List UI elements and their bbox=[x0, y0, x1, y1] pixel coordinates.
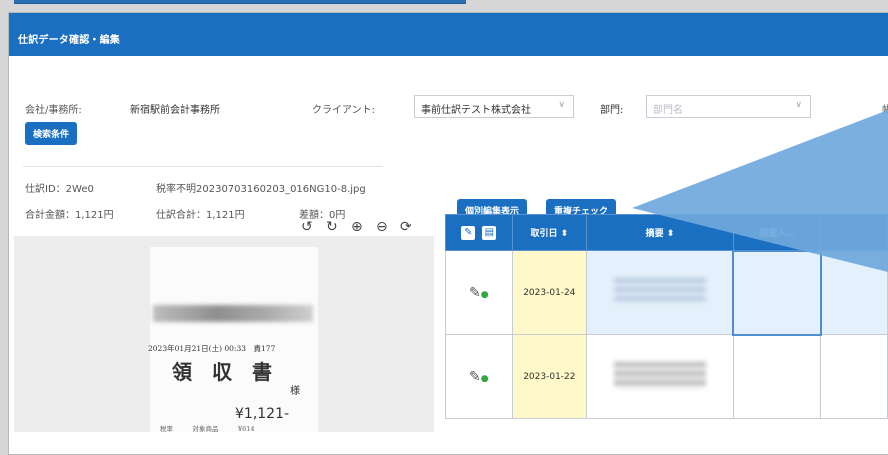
rotate-left-icon[interactable]: ↺ bbox=[301, 219, 313, 235]
reset-icon[interactable]: ⟳ bbox=[400, 219, 412, 235]
client-select[interactable]: 事前仕訳テスト株式会社 ∨ bbox=[414, 95, 574, 118]
row-edit-icon-cell[interactable]: ✎● bbox=[445, 250, 513, 335]
col-description-input[interactable]: 摘要入… bbox=[732, 214, 822, 251]
top-tab-indicator bbox=[14, 0, 466, 4]
col-description[interactable]: 摘要 ⬍ bbox=[586, 214, 734, 251]
receipt-honorific: 様 bbox=[290, 386, 300, 397]
description-input-cell[interactable] bbox=[732, 249, 822, 336]
edit-icon[interactable]: ✎ bbox=[461, 225, 476, 240]
receipt-title: 領 収 書 bbox=[172, 360, 272, 384]
divider bbox=[23, 166, 383, 167]
cut-off-label: 帳 bbox=[882, 101, 888, 116]
col-next bbox=[820, 214, 888, 251]
image-filename: 税率不明20230703160203_016NG10-8.jpg bbox=[156, 184, 366, 195]
dept-select-placeholder: 部門名 bbox=[653, 105, 683, 116]
receipt-datetime: 2023年01月21日(土) 00:33 責177 bbox=[148, 344, 276, 353]
table-row[interactable]: ✎● 2023-01-24 bbox=[445, 249, 888, 336]
office-label: 会社/事務所: bbox=[25, 105, 82, 116]
description-cell[interactable] bbox=[586, 250, 734, 335]
chevron-down-icon: ∨ bbox=[558, 100, 565, 110]
col-transaction-date[interactable]: 取引日 ⬍ bbox=[511, 214, 588, 251]
dept-label: 部門: bbox=[600, 105, 624, 116]
receipt-amount: ¥1,121- bbox=[235, 406, 290, 422]
page-title: 仕訳データ確認・編集 bbox=[9, 13, 888, 56]
journal-table: ✎ ▤ 取引日 ⬍ 摘要 ⬍ 摘要入… ✎● 2023-01-24 ✎● 202… bbox=[445, 214, 888, 419]
redacted-store-name bbox=[153, 305, 313, 322]
client-label: クライアント: bbox=[312, 105, 375, 116]
redacted-description bbox=[613, 277, 706, 305]
receipt-image-preview: 2023年01月21日(土) 00:33 責177 領 収 書 様 ¥1,121… bbox=[14, 236, 434, 433]
next-cell[interactable] bbox=[820, 334, 888, 419]
rotate-right-icon[interactable]: ↻ bbox=[326, 219, 338, 235]
journal-id: 仕訳ID：2We0 bbox=[25, 184, 94, 195]
icon-header: ✎ ▤ bbox=[445, 214, 513, 251]
next-cell[interactable] bbox=[820, 250, 888, 335]
transaction-date-cell[interactable]: 2023-01-22 bbox=[511, 334, 588, 419]
receipt-footer: 税率 対象商品 ¥614 bbox=[160, 425, 255, 433]
redacted-description bbox=[613, 361, 706, 389]
table-row[interactable]: ✎● 2023-01-22 bbox=[445, 334, 888, 419]
description-input-cell[interactable] bbox=[732, 334, 822, 419]
zoom-out-icon[interactable]: ⊖ bbox=[376, 219, 388, 235]
row-edit-icon-cell[interactable]: ✎● bbox=[445, 334, 513, 419]
edit-check-icon[interactable]: ✎● bbox=[469, 369, 489, 385]
journal-total: 仕訳合計：1,121円 bbox=[156, 210, 245, 221]
document-icon[interactable]: ▤ bbox=[482, 225, 497, 240]
search-conditions-button[interactable]: 検索条件 bbox=[25, 122, 78, 145]
chevron-down-icon: ∨ bbox=[795, 100, 802, 110]
dept-select[interactable]: 部門名 ∨ bbox=[646, 95, 811, 118]
description-cell[interactable] bbox=[586, 334, 734, 419]
zoom-in-icon[interactable]: ⊕ bbox=[351, 219, 363, 235]
client-select-value: 事前仕訳テスト株式会社 bbox=[421, 105, 531, 116]
edit-check-icon[interactable]: ✎● bbox=[469, 285, 489, 301]
office-value: 新宿駅前会計事務所 bbox=[130, 105, 220, 116]
total-amount: 合計金額：1,121円 bbox=[25, 210, 114, 221]
transaction-date-cell[interactable]: 2023-01-24 bbox=[511, 250, 588, 335]
receipt-paper: 2023年01月21日(土) 00:33 責177 領 収 書 様 ¥1,121… bbox=[148, 247, 318, 433]
